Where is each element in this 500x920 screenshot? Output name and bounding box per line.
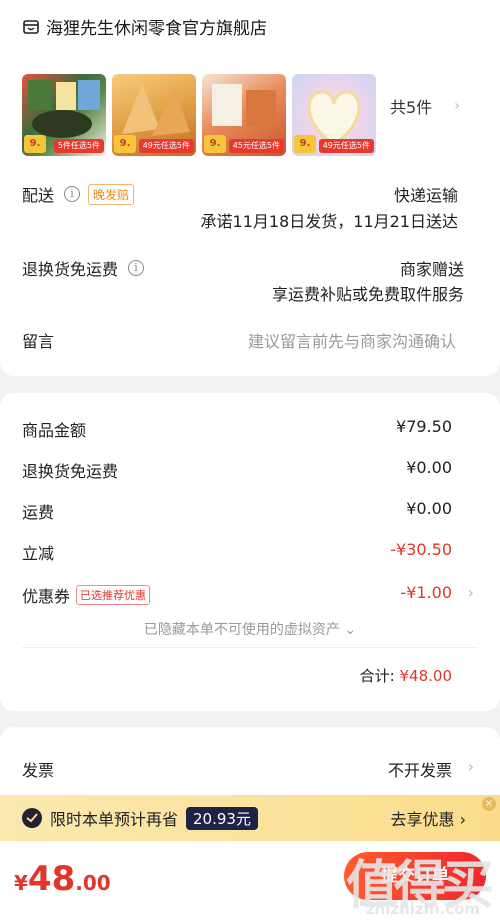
shipping-fee-value: ¥0.00 [406,499,452,518]
return-fee-label: 退换货免运费 [22,462,119,481]
price-tag: 9. [294,135,316,153]
product-thumbnails[interactable]: 9. 5件任选5件 9. 49元任选5件 9. 45元任选5件 9. 49元任选… [22,74,376,156]
invoice-value: 不开发票 [387,761,452,780]
promo-ribbon: 49元任选5件 [318,139,374,153]
item-count-label: 共5件 [390,98,433,117]
promo-action-label: 去享优惠 [390,810,455,829]
total-value: ¥48.00 [399,667,453,685]
promo-text: 限时本单预计再省 [50,810,179,829]
return-insurance-desc: 享运费补贴或免费取件服务 [271,285,464,304]
coupon-badge: 已选推荐优惠 [76,585,151,605]
coupon-value: -¥1.00 [400,583,452,602]
price-summary-card: 商品金额 ¥79.50 退换货免运费 ¥0.00 运费 ¥0.00 立减 -¥3… [0,393,500,711]
product-thumbnail[interactable]: 9. 49元任选5件 [112,74,196,156]
amount-integer: 48 [27,859,76,899]
item-count[interactable]: 共5件 › [390,94,460,118]
delivery-method[interactable]: 快递运输 [394,182,458,206]
message-input[interactable]: 建议留言前先与商家沟通确认 [248,328,456,352]
chevron-right-icon: › [467,583,474,602]
late-compensation-badge: 晚发赔 [88,183,135,205]
chevron-right-icon: › [467,757,474,776]
pay-amount: ¥48.00 [14,859,111,899]
currency-symbol: ¥ [14,871,28,895]
info-icon[interactable]: i [128,260,145,276]
price-tag: 9. [114,135,136,153]
promo-action-button[interactable]: 去享优惠 › [390,806,466,830]
chevron-right-icon: › [459,810,466,829]
info-icon[interactable]: i [64,186,81,202]
store-card: 海狸先生休闲零食官方旗舰店 9. 5件任选5件 9. 49元任选5件 9. 45… [0,0,500,376]
price-tag: 9. [204,135,226,153]
hidden-assets-label: 已隐藏本单不可使用的虚拟资产 [143,622,340,638]
promo-ribbon: 5件任选5件 [53,139,104,153]
delivery-label-row: 配送 i 晚发赔 [22,182,135,206]
watermark-url: zhizhizhi.com [365,900,480,918]
discount-row: 立减 -¥30.50 [22,540,452,564]
total-row: 合计: ¥48.00 [360,665,452,686]
discount-value: -¥30.50 [390,540,452,559]
product-thumbnail[interactable]: 9. 49元任选5件 [292,74,376,156]
coupon-row[interactable]: 优惠券 已选推荐优惠 -¥1.00 [22,583,452,607]
promo-bar[interactable]: 限时本单预计再省 20.93元 去享优惠 › × [0,795,500,841]
bottom-bar: ¥48.00 提交订单 值得买 zhizhizhi.com [0,841,500,920]
coupon-label: 优惠券 [22,587,71,606]
return-insurance-value: 商家赠送 [399,260,464,279]
invoice-label: 发票 [22,761,55,780]
discount-label: 立减 [22,544,55,563]
goods-amount-row: 商品金额 ¥79.50 [22,417,452,441]
goods-amount-label: 商品金额 [22,421,87,440]
chevron-down-icon: ⌄ [344,622,357,638]
promo-ribbon: 49元任选5件 [138,139,194,153]
promo-ribbon: 45元任选5件 [228,139,284,153]
hidden-assets-toggle[interactable]: 已隐藏本单不可使用的虚拟资产 ⌄ [0,619,500,639]
amount-decimal: .00 [75,871,111,895]
product-thumbnail[interactable]: 9. 5件任选5件 [22,74,106,156]
store-name: 海狸先生休闲零食官方旗舰店 [46,19,267,39]
product-thumbnail[interactable]: 9. 45元任选5件 [202,74,286,156]
goods-amount-value: ¥79.50 [396,417,452,436]
promo-amount: 20.93元 [186,806,258,830]
divider [22,647,478,648]
message-label: 留言 [22,332,55,351]
return-fee-row: 退换货免运费 ¥0.00 [22,458,452,482]
chevron-right-icon: › [454,98,460,114]
savings-icon [22,808,42,828]
store-icon [23,19,39,34]
delivery-promise: 承诺11月18日发货，11月21日送达 [200,212,458,231]
return-insurance-row: 退换货免运费 i [22,256,145,280]
price-tag: 9. [24,135,46,153]
return-fee-value: ¥0.00 [406,458,452,477]
shipping-fee-row: 运费 ¥0.00 [22,499,452,523]
total-label: 合计: [359,667,395,685]
return-insurance-label: 退换货免运费 [22,260,119,279]
delivery-label: 配送 [22,186,55,205]
close-icon[interactable]: × [482,797,496,811]
shipping-fee-label: 运费 [22,503,55,522]
store-header[interactable]: 海狸先生休闲零食官方旗舰店 [22,14,267,39]
